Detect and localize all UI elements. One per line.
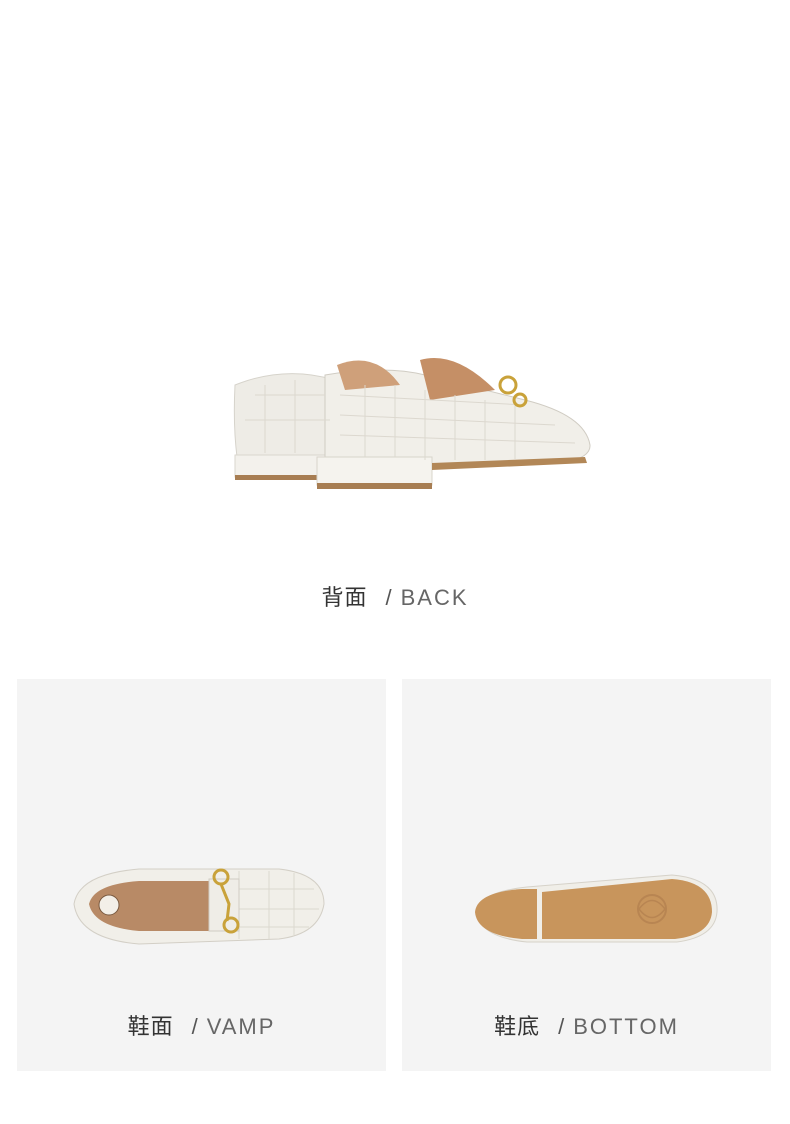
shoe-vamp-view-image	[73, 868, 325, 945]
vamp-label-separator: /	[191, 1014, 199, 1039]
shoe-back-view-image	[233, 358, 591, 489]
back-caption: 背面 / BACK	[0, 580, 790, 612]
back-label-zh: 背面	[321, 586, 368, 611]
bottom-label-zh: 鞋底	[494, 1015, 541, 1040]
vamp-view-panel: 鞋面 / VAMP	[17, 679, 386, 1071]
bottom-view-panel: 鞋底 / BOTTOM	[402, 679, 771, 1071]
bottom-label-separator: /	[558, 1014, 566, 1039]
vamp-caption: 鞋面 / VAMP	[17, 1009, 386, 1041]
back-label-separator: /	[385, 585, 393, 610]
back-view-section: 背面 / BACK	[0, 0, 790, 660]
back-label-en: BACK	[400, 585, 469, 610]
vamp-label-en: VAMP	[206, 1014, 276, 1039]
bottom-label-en: BOTTOM	[573, 1014, 679, 1039]
bottom-caption: 鞋底 / BOTTOM	[402, 1009, 771, 1041]
vamp-label-zh: 鞋面	[127, 1015, 174, 1040]
shoe-bottom-view-image	[475, 874, 718, 943]
